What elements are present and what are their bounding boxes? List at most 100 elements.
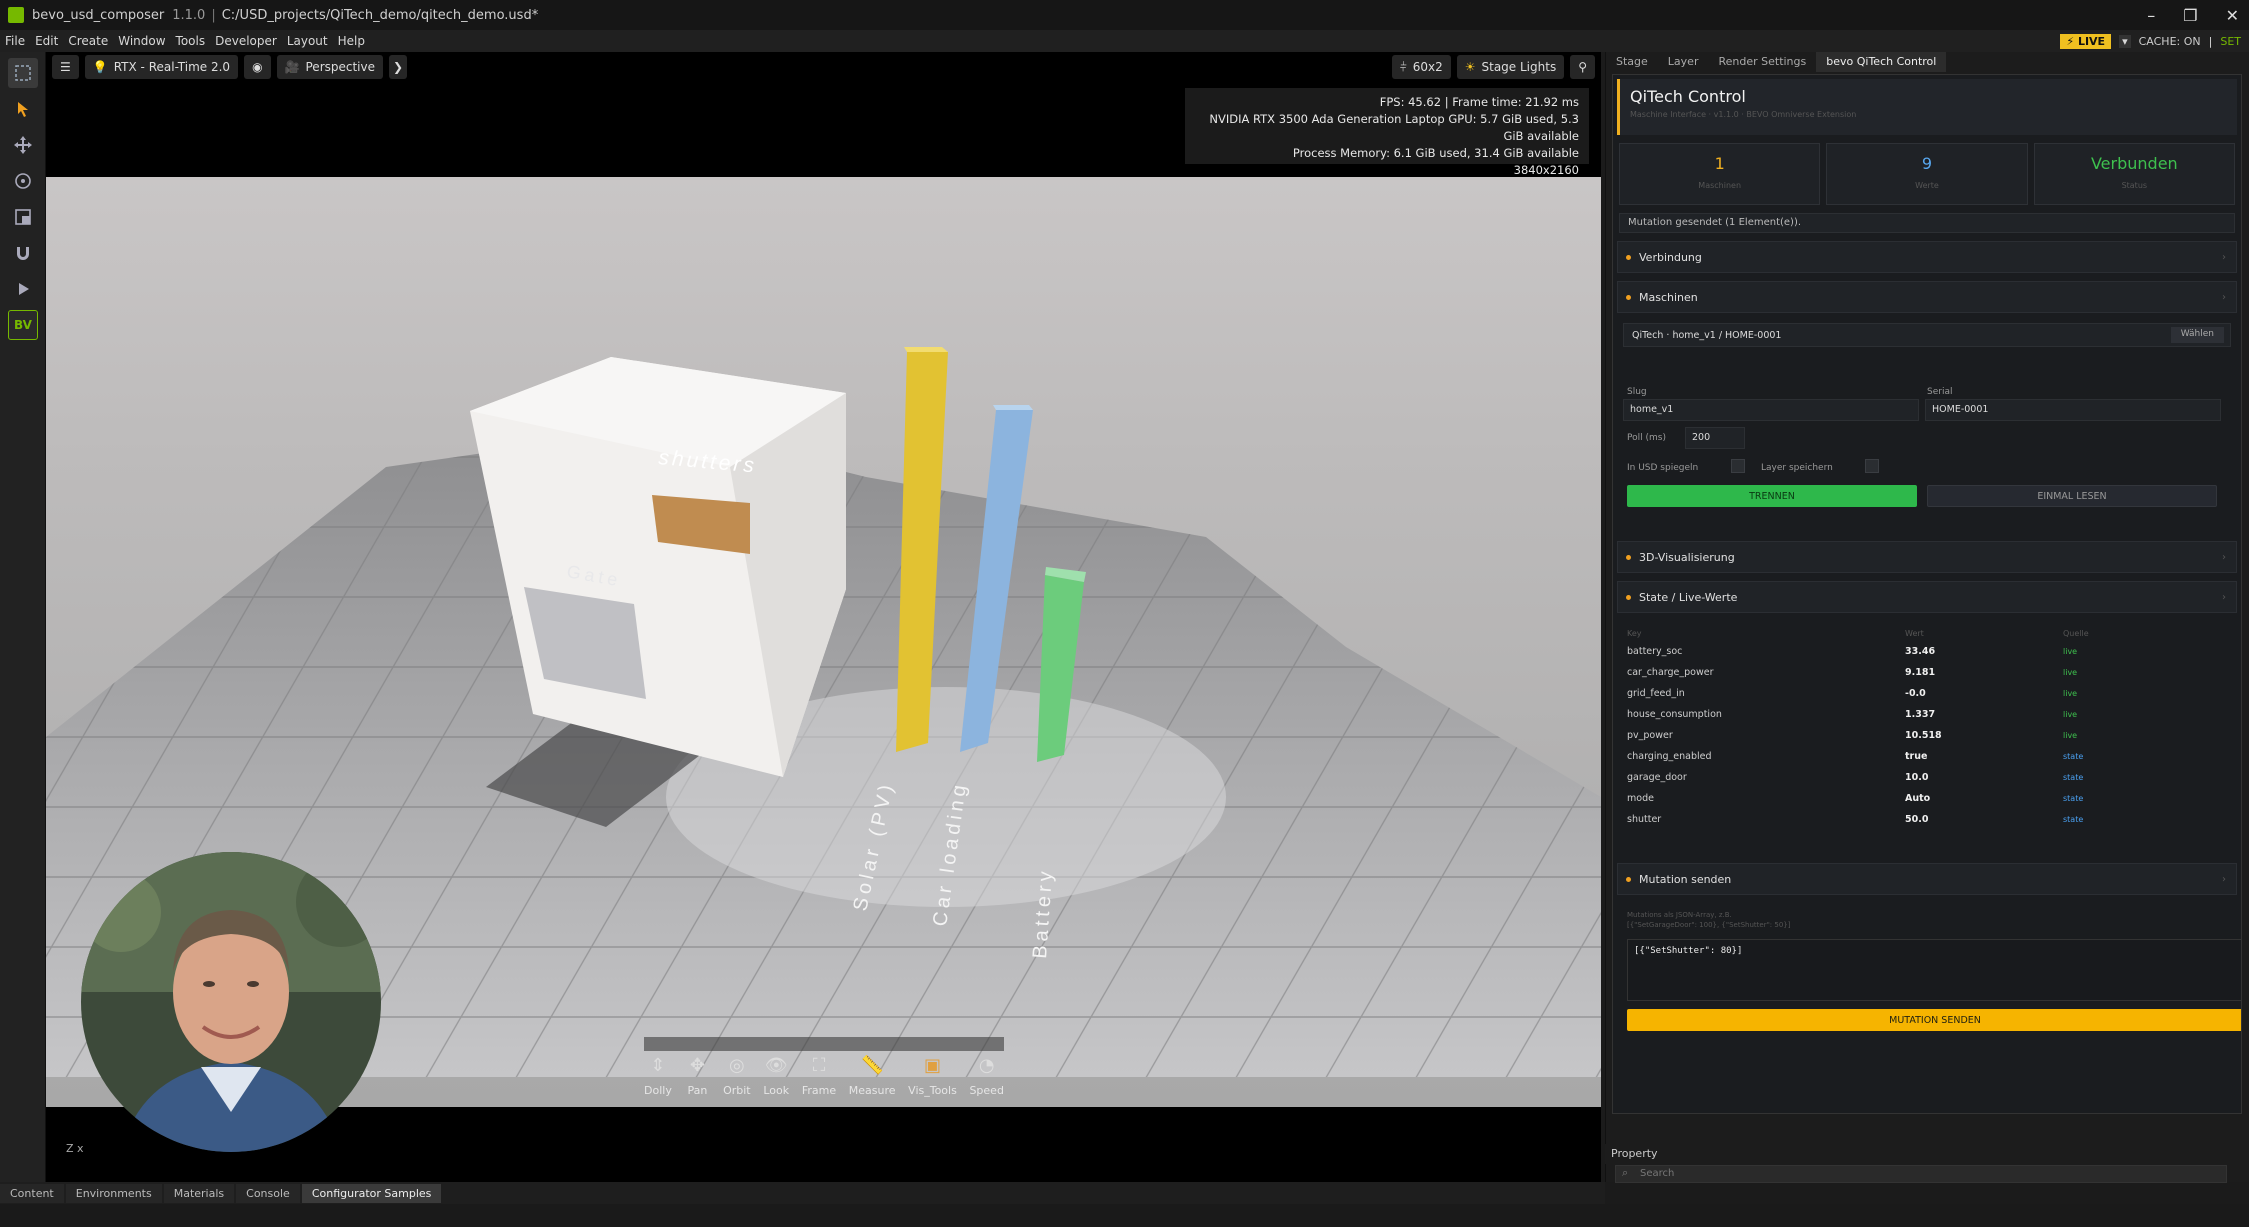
scale-tool-icon[interactable] bbox=[8, 202, 38, 232]
pan-tool[interactable]: ✥ Pan bbox=[684, 1052, 710, 1112]
menu-window[interactable]: Window bbox=[113, 34, 170, 48]
tab-qitech-control[interactable]: bevo QiTech Control bbox=[1816, 52, 1947, 72]
right-panel: Stage Layer Render Settings bevo QiTech … bbox=[1605, 52, 2249, 1182]
read-once-button[interactable]: EINMAL LESEN bbox=[1927, 485, 2217, 507]
render-mode-label: RTX - Real-Time 2.0 bbox=[113, 60, 231, 74]
camera-button[interactable]: 🎥 Perspective bbox=[276, 55, 383, 79]
look-label: Look bbox=[763, 1084, 790, 1097]
speed-label: Speed bbox=[969, 1084, 1004, 1097]
viewport[interactable]: ☰ 💡 RTX - Real-Time 2.0 ◉ 🎥 Perspective … bbox=[46, 52, 1601, 1182]
section-dot-icon bbox=[1626, 594, 1631, 600]
menu-developer[interactable]: Developer bbox=[210, 34, 282, 48]
select-mode-icon[interactable] bbox=[8, 58, 38, 88]
resolution-icon: ⫩ bbox=[1399, 59, 1407, 74]
viewport-expand-button[interactable]: ❯ bbox=[389, 55, 408, 79]
vis-tools-tool[interactable]: ▣ Vis_Tools bbox=[908, 1052, 957, 1112]
speed-icon: ◔ bbox=[978, 1054, 995, 1076]
sun-icon: ☀ bbox=[1464, 60, 1476, 74]
row-source: state bbox=[2063, 814, 2084, 824]
frame-tool[interactable]: ⛶ Frame bbox=[802, 1052, 836, 1112]
section-maschinen[interactable]: Maschinen › bbox=[1617, 281, 2237, 313]
close-button[interactable]: ✕ bbox=[2226, 6, 2239, 25]
section-maschinen-label: Maschinen bbox=[1639, 290, 1698, 304]
usd-mirror-checkbox[interactable] bbox=[1731, 459, 1745, 473]
eye-icon: ◉ bbox=[252, 60, 263, 74]
disconnect-button[interactable]: TRENNEN bbox=[1627, 485, 1917, 507]
serial-field[interactable]: HOME-0001 bbox=[1925, 399, 2221, 421]
section-3d-visualisierung[interactable]: 3D-Visualisierung › bbox=[1617, 541, 2237, 573]
section-state[interactable]: State / Live-Werte › bbox=[1617, 581, 2237, 613]
render-mode-button[interactable]: 💡 RTX - Real-Time 2.0 bbox=[84, 55, 239, 79]
header-value: Wert bbox=[1905, 628, 1924, 638]
dolly-tool[interactable]: ⇕ Dolly bbox=[644, 1052, 672, 1112]
tab-environments[interactable]: Environments bbox=[65, 1183, 162, 1203]
speed-tool[interactable]: ◔ Speed bbox=[969, 1052, 1003, 1112]
property-search-input[interactable]: Search bbox=[1615, 1165, 2227, 1183]
move-tool-icon[interactable] bbox=[8, 130, 38, 160]
menu-edit[interactable]: Edit bbox=[30, 34, 63, 48]
menu-tools[interactable]: Tools bbox=[171, 34, 211, 48]
poll-field[interactable]: 200 bbox=[1685, 427, 1745, 449]
menu-help[interactable]: Help bbox=[333, 34, 370, 48]
slug-field[interactable]: home_v1 bbox=[1623, 399, 1919, 421]
row-value: 9.181 bbox=[1905, 666, 1936, 678]
row-source: live bbox=[2063, 730, 2078, 740]
rotate-tool-icon[interactable] bbox=[8, 166, 38, 196]
set-status: SET bbox=[2220, 34, 2241, 48]
tab-stage[interactable]: Stage bbox=[1606, 52, 1658, 72]
stat-machines: 1 Maschinen bbox=[1619, 143, 1821, 205]
send-mutation-button[interactable]: MUTATION SENDEN bbox=[1627, 1009, 2241, 1031]
section-verbindung[interactable]: Verbindung › bbox=[1617, 241, 2237, 273]
section-mutation[interactable]: Mutation senden › bbox=[1617, 863, 2237, 895]
table-row: battery_soc 33.46 live bbox=[1627, 641, 2227, 661]
layer-save-checkbox[interactable] bbox=[1865, 459, 1879, 473]
header-source: Quelle bbox=[2063, 628, 2089, 638]
gpu-readout: NVIDIA RTX 3500 Ada Generation Laptop GP… bbox=[1209, 112, 1579, 143]
minimize-button[interactable]: – bbox=[2147, 6, 2155, 25]
maximize-button[interactable]: ❐ bbox=[2183, 6, 2197, 25]
machine-row[interactable]: QiTech · home_v1 / HOME-0001 Wählen bbox=[1623, 323, 2231, 347]
select-machine-button[interactable]: Wählen bbox=[2170, 327, 2224, 343]
menu-file[interactable]: File bbox=[0, 34, 30, 48]
table-row: garage_door 10.0 state bbox=[1627, 767, 2227, 787]
pan-icon: ✥ bbox=[689, 1054, 705, 1076]
section-3d-label: 3D-Visualisierung bbox=[1639, 550, 1735, 564]
location-button[interactable]: ⚲ bbox=[1570, 55, 1595, 79]
live-badge[interactable]: ⚡ LIVE bbox=[2060, 33, 2112, 49]
resolution-button[interactable]: ⫩ 60x2 bbox=[1391, 55, 1451, 79]
tab-content[interactable]: Content bbox=[0, 1183, 64, 1203]
look-icon: 👁 bbox=[764, 1054, 788, 1076]
select-arrow-icon[interactable] bbox=[8, 94, 38, 124]
menu-layout[interactable]: Layout bbox=[282, 34, 333, 48]
camera-toolbar-bg bbox=[644, 1037, 1004, 1051]
row-key: car_charge_power bbox=[1627, 666, 1714, 678]
bevo-extension-icon[interactable]: BV bbox=[8, 310, 38, 340]
tab-render-settings[interactable]: Render Settings bbox=[1708, 52, 1816, 72]
bottom-tabs: Content Environments Materials Console C… bbox=[0, 1182, 1605, 1204]
title-separator: | bbox=[211, 7, 216, 23]
live-dropdown-icon[interactable]: ▾ bbox=[2119, 34, 2131, 48]
stat-machines-value: 1 bbox=[1714, 154, 1725, 173]
menu-create[interactable]: Create bbox=[63, 34, 113, 48]
section-mutation-label: Mutation senden bbox=[1639, 872, 1732, 886]
tab-materials[interactable]: Materials bbox=[163, 1183, 235, 1203]
viewport-settings-button[interactable]: ☰ bbox=[52, 55, 79, 79]
tab-configurator-samples[interactable]: Configurator Samples bbox=[301, 1183, 442, 1203]
table-row: charging_enabled true state bbox=[1627, 746, 2227, 766]
row-key: pv_power bbox=[1627, 729, 1673, 741]
row-source: live bbox=[2063, 646, 2078, 656]
visibility-button[interactable]: ◉ bbox=[244, 55, 271, 79]
dolly-icon: ⇕ bbox=[650, 1054, 666, 1076]
tab-layer[interactable]: Layer bbox=[1658, 52, 1709, 72]
snap-magnet-icon[interactable] bbox=[8, 238, 38, 268]
mutation-example: [{"SetGarageDoor": 100}, {"SetShutter": … bbox=[1627, 921, 1791, 929]
orbit-tool[interactable]: ◎ Orbit bbox=[723, 1052, 751, 1112]
look-tool[interactable]: 👁 Look bbox=[763, 1052, 789, 1112]
tab-console[interactable]: Console bbox=[236, 1183, 300, 1203]
mutation-input[interactable]: [{"SetShutter": 80}] bbox=[1627, 939, 2241, 1001]
section-dot-icon bbox=[1626, 554, 1631, 560]
measure-tool[interactable]: 📏 Measure bbox=[849, 1052, 896, 1112]
camera-icon: 🎥 bbox=[284, 60, 300, 74]
play-icon[interactable] bbox=[8, 274, 38, 304]
lights-button[interactable]: ☀ Stage Lights bbox=[1456, 55, 1565, 79]
